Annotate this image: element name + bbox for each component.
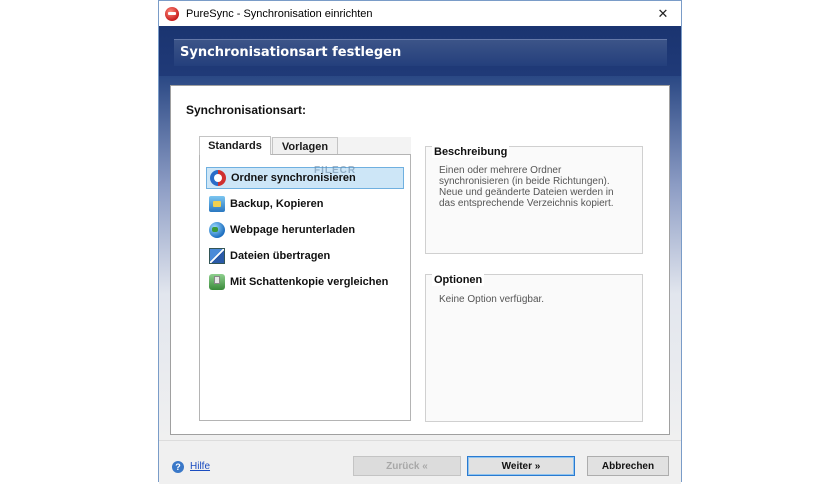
list-item-webpage-herunterladen[interactable]: Webpage herunterladen bbox=[206, 219, 404, 241]
sync-arrows-icon bbox=[210, 170, 226, 186]
list-item-label: Webpage herunterladen bbox=[230, 224, 356, 236]
list-item-ordner-synchronisieren[interactable]: Ordner synchronisieren bbox=[206, 167, 404, 189]
close-button[interactable]: ✕ bbox=[645, 1, 681, 26]
wizard-header: Synchronisationsart festlegen bbox=[159, 26, 681, 76]
content-panel: Synchronisationsart: Standards Vorlagen … bbox=[170, 85, 670, 435]
title-bar: PureSync - Synchronisation einrichten ✕ bbox=[159, 1, 681, 26]
description-title: Beschreibung bbox=[432, 146, 510, 158]
list-item-label: Dateien übertragen bbox=[230, 250, 331, 262]
help-icon[interactable]: ? bbox=[172, 461, 184, 473]
back-button[interactable]: Zurück « bbox=[353, 456, 461, 476]
options-group: Optionen Keine Option verfügbar. bbox=[425, 274, 643, 422]
list-item-label: Mit Schattenkopie vergleichen bbox=[230, 276, 389, 288]
description-line: Neue und geänderte Dateien werden in bbox=[439, 187, 614, 198]
globe-icon bbox=[209, 222, 225, 238]
page-title: Synchronisationsart festlegen bbox=[180, 45, 402, 60]
description-line: das entsprechende Verzeichnis kopiert. bbox=[439, 198, 614, 209]
section-title: Synchronisationsart: bbox=[186, 103, 307, 117]
wizard-body: Synchronisationsart: Standards Vorlagen … bbox=[159, 76, 681, 440]
list-item-backup-kopieren[interactable]: Backup, Kopieren bbox=[206, 193, 404, 215]
description-line: synchronisieren (in beide Richtungen). bbox=[439, 176, 610, 187]
list-item-label: Backup, Kopieren bbox=[230, 198, 324, 210]
next-button[interactable]: Weiter » bbox=[467, 456, 575, 476]
options-title: Optionen bbox=[432, 274, 485, 286]
description-line: Einen oder mehrere Ordner bbox=[439, 165, 562, 176]
puresync-app-icon bbox=[165, 6, 179, 21]
description-group: Beschreibung Einen oder mehrere Ordner s… bbox=[425, 146, 643, 254]
tab-standards[interactable]: Standards bbox=[199, 136, 271, 155]
header-band: Synchronisationsart festlegen bbox=[174, 39, 667, 66]
list-item-dateien-uebertragen[interactable]: Dateien übertragen bbox=[206, 245, 404, 267]
wizard-window: PureSync - Synchronisation einrichten ✕ … bbox=[158, 0, 682, 484]
tab-vorlagen[interactable]: Vorlagen bbox=[272, 137, 338, 155]
shadow-copy-icon bbox=[209, 274, 225, 290]
cancel-button[interactable]: Abbrechen bbox=[587, 456, 669, 476]
watermark: FILECR bbox=[314, 165, 357, 176]
wizard-footer: ? Hilfe Zurück « Weiter » Abbrechen bbox=[159, 440, 681, 484]
transfer-icon bbox=[209, 248, 225, 264]
help-link[interactable]: Hilfe bbox=[190, 461, 210, 472]
options-text: Keine Option verfügbar. bbox=[439, 294, 545, 305]
list-item-schattenkopie-vergleichen[interactable]: Mit Schattenkopie vergleichen bbox=[206, 271, 404, 293]
window-title: PureSync - Synchronisation einrichten bbox=[186, 7, 373, 20]
sync-type-list: Ordner synchronisieren Backup, Kopieren … bbox=[199, 154, 411, 421]
backup-icon bbox=[209, 196, 225, 212]
